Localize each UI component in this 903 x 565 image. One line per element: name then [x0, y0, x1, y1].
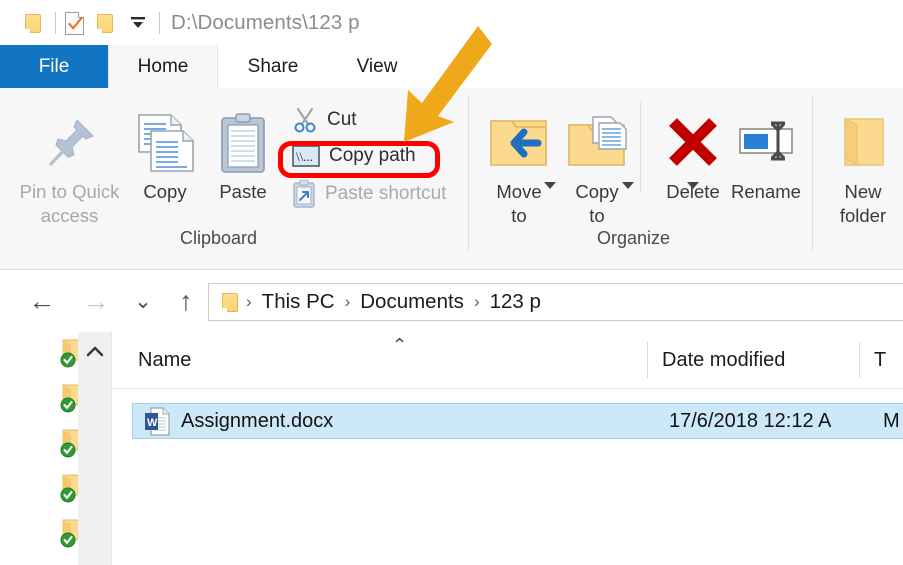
- cut-button[interactable]: Cut: [292, 107, 357, 133]
- forward-button[interactable]: →: [76, 281, 116, 321]
- copy-to-button[interactable]: Copy to: [560, 106, 634, 228]
- tab-share-label: Share: [247, 55, 299, 77]
- paste-shortcut-button: Paste shortcut: [292, 179, 447, 208]
- navigation-pane[interactable]: [0, 332, 80, 565]
- column-header-type[interactable]: T: [860, 332, 903, 388]
- organize-inner-separator: [640, 102, 641, 192]
- rename-icon: [735, 106, 797, 180]
- ribbon: Pin to Quick access Copy Paste Cut \\...…: [0, 88, 903, 270]
- rename-label: Rename: [731, 181, 801, 202]
- delete-x-icon: [665, 106, 721, 180]
- paste-button[interactable]: Paste: [206, 106, 280, 204]
- qat-divider-1: [55, 11, 56, 34]
- svg-text:\\...: \\...: [296, 149, 313, 164]
- paste-shortcut-icon: [292, 179, 316, 208]
- column-header-date-modified[interactable]: Date modified: [648, 332, 860, 388]
- column-header-type-label: T: [874, 348, 887, 371]
- breadcrumb-separator-2: ›: [473, 292, 480, 311]
- ribbon-tab-strip: File Home Share View: [0, 45, 903, 88]
- navigation-pane-scrollbar[interactable]: [78, 332, 111, 565]
- paste-label: Paste: [219, 181, 267, 202]
- group-label-organize: Organize: [597, 228, 671, 248]
- file-list-pane: Name ⌃ Date modified T W Assignment.docx…: [111, 332, 903, 565]
- new-folder-button[interactable]: New folder: [824, 106, 902, 228]
- copy-path-label: Copy path: [329, 145, 416, 166]
- copy-icon: [135, 106, 195, 180]
- customize-quick-access-caret-icon[interactable]: [128, 13, 148, 33]
- file-list-header-row: Name ⌃ Date modified T: [112, 332, 903, 389]
- file-date-modified-cell: 17/6/2018 12:12 A: [669, 409, 832, 432]
- breadcrumb-item-2[interactable]: 123 p: [484, 290, 547, 314]
- move-to-folder-icon: [488, 106, 550, 180]
- cut-label: Cut: [327, 109, 357, 130]
- breadcrumb-item-0[interactable]: This PC: [256, 290, 341, 314]
- tab-home[interactable]: Home: [108, 45, 218, 88]
- copy-to-label: Copy to: [575, 181, 619, 226]
- group-label-clipboard: Clipboard: [180, 228, 258, 248]
- copy-to-caret-icon[interactable]: [622, 182, 634, 189]
- pin-icon: [39, 106, 101, 180]
- paste-icon: [217, 106, 269, 180]
- pin-to-quick-access-button[interactable]: Pin to Quick access: [12, 106, 127, 228]
- word-document-icon: W: [145, 407, 170, 436]
- group-separator-organize-new: [812, 96, 813, 251]
- copy-button[interactable]: Copy: [128, 106, 202, 204]
- up-button[interactable]: ↑: [166, 281, 206, 321]
- move-to-caret-icon[interactable]: [544, 182, 556, 189]
- qat-divider-2: [159, 11, 160, 34]
- scissors-icon: [292, 107, 318, 133]
- paste-shortcut-label: Paste shortcut: [325, 183, 447, 204]
- breadcrumb-separator-0: ›: [246, 292, 252, 311]
- title-bar: D:\Documents\123 p: [0, 0, 903, 45]
- file-name-cell: Assignment.docx: [181, 409, 334, 432]
- copy-path-button[interactable]: \\... Copy path: [292, 145, 416, 167]
- file-type-cell: M: [883, 409, 900, 432]
- tab-share[interactable]: Share: [218, 45, 328, 88]
- recent-locations-button[interactable]: ⌄: [126, 281, 160, 321]
- delete-caret-icon[interactable]: [687, 182, 699, 189]
- window-path-text: D:\Documents\123 p: [171, 10, 360, 34]
- explorer-folder-icon[interactable]: [22, 10, 46, 36]
- table-row[interactable]: W Assignment.docx 17/6/2018 12:12 A M: [132, 403, 903, 439]
- copy-label: Copy: [143, 181, 187, 202]
- column-header-name[interactable]: Name ⌃: [124, 332, 648, 388]
- tab-home-label: Home: [137, 55, 189, 77]
- rename-button[interactable]: Rename: [722, 106, 810, 204]
- tab-view-label: View: [356, 55, 398, 77]
- move-to-label: Move to: [496, 181, 542, 226]
- properties-checklist-icon[interactable]: [65, 10, 86, 36]
- new-folder-label: New folder: [839, 181, 887, 226]
- file-explorer-window: D:\Documents\123 p File Home Share View …: [0, 0, 903, 565]
- scroll-up-chevron-icon[interactable]: [78, 338, 111, 364]
- tab-file-label: File: [38, 55, 70, 77]
- move-to-button[interactable]: Move to: [482, 106, 556, 228]
- breadcrumb-folder-icon: [218, 291, 242, 313]
- column-header-name-label: Name: [138, 348, 192, 371]
- new-folder-quick-icon[interactable]: [94, 10, 118, 36]
- copy-to-folder-icon: [566, 106, 628, 180]
- svg-text:W: W: [147, 417, 158, 429]
- back-button[interactable]: ←: [22, 281, 62, 321]
- column-header-date-modified-label: Date modified: [662, 348, 786, 371]
- copy-path-icon: \\...: [292, 145, 320, 167]
- breadcrumb-address-field[interactable]: › This PC › Documents › 123 p: [208, 283, 903, 321]
- sort-ascending-icon: ⌃: [392, 335, 408, 355]
- pin-to-quick-access-label: Pin to Quick access: [19, 181, 120, 226]
- breadcrumb-separator-1: ›: [344, 292, 351, 311]
- new-folder-icon: [837, 106, 889, 180]
- tab-file[interactable]: File: [0, 45, 108, 88]
- breadcrumb-item-1[interactable]: Documents: [354, 290, 470, 314]
- group-separator-clipboard-organize: [468, 96, 469, 251]
- tab-view[interactable]: View: [328, 45, 426, 88]
